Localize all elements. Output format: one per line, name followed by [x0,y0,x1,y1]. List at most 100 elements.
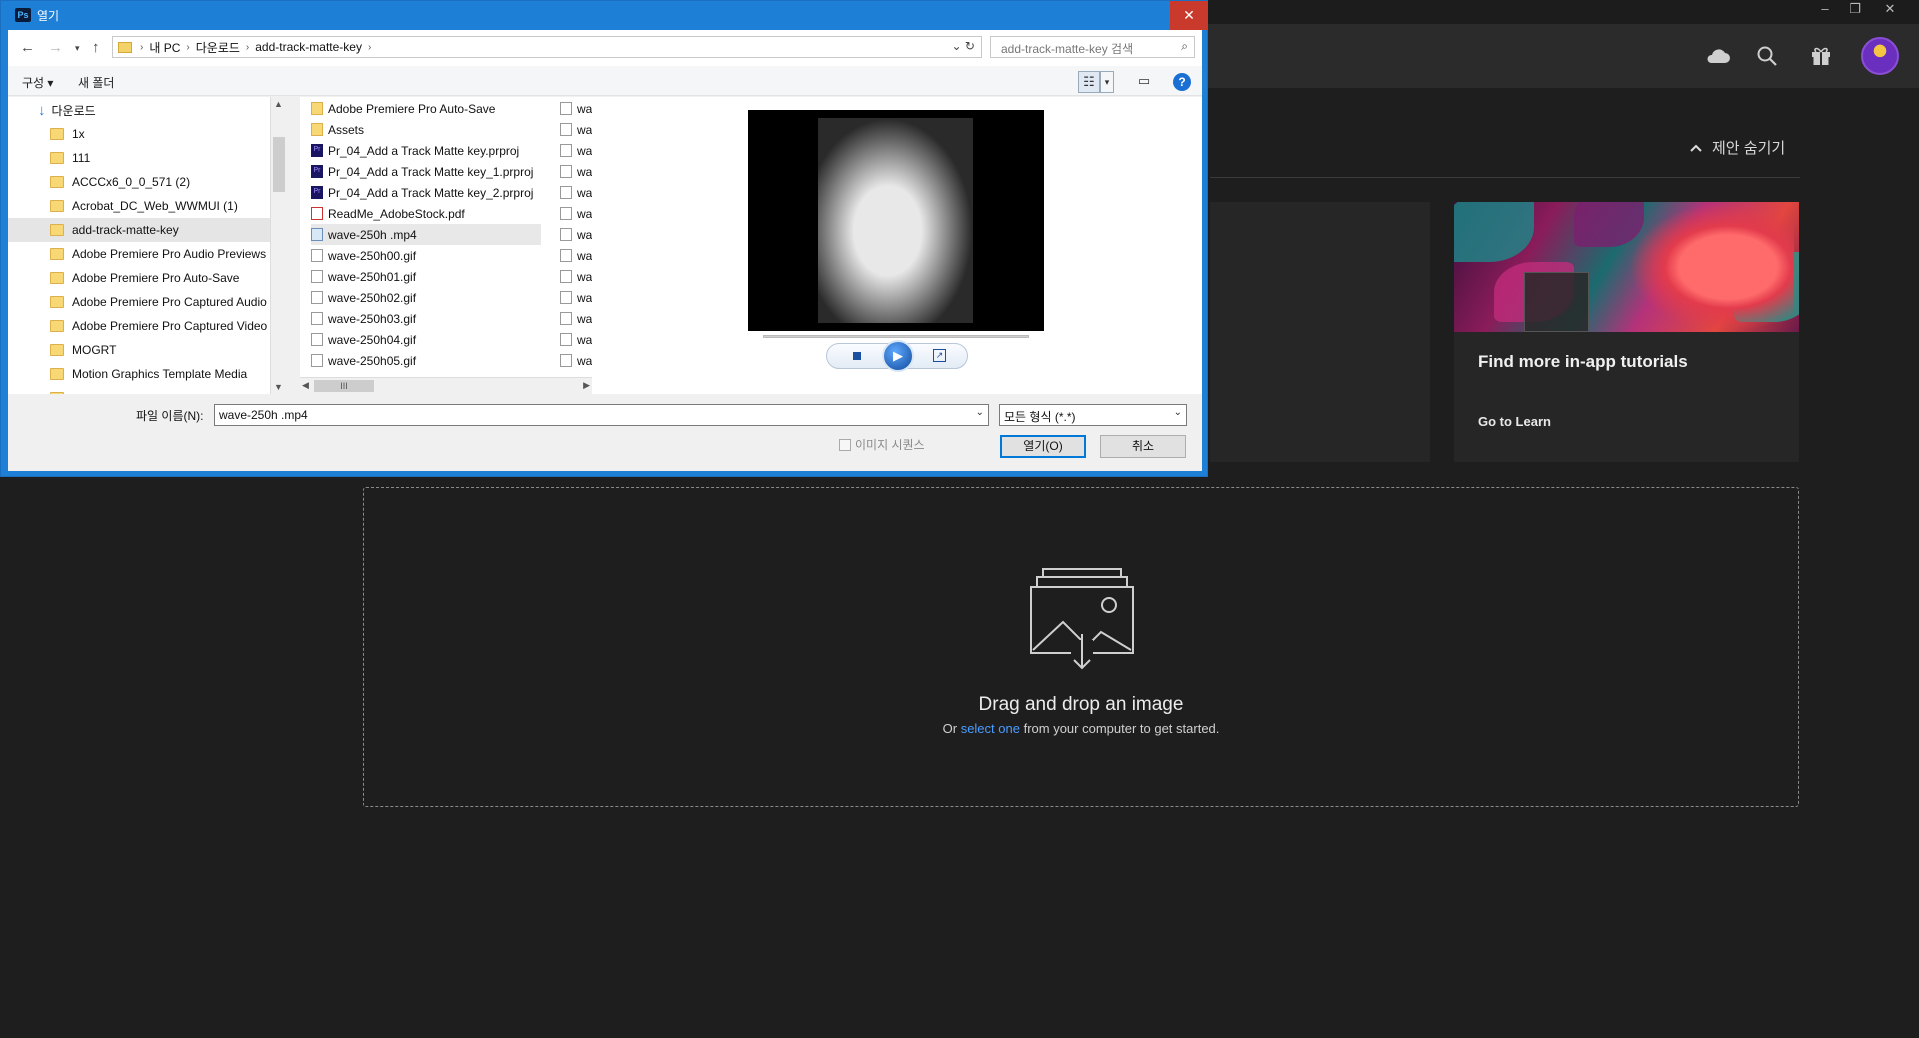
select-one-link[interactable]: select one [961,721,1020,736]
breadcrumb-current[interactable]: add-track-matte-key [255,40,362,54]
tree-item[interactable]: Motion Graphics Template Media [8,362,270,386]
file-item-col2[interactable]: wa [560,161,592,182]
tree-item[interactable]: Adobe Premiere Pro Captured Video [8,314,270,338]
gif-file-icon [560,228,572,241]
organize-menu[interactable]: 구성 ▾ [22,74,53,91]
file-type-select[interactable]: 모든 형식 (*.*) ⌄ [999,404,1187,426]
file-item-selected[interactable]: wave-250h .mp4 [311,224,541,245]
tree-item[interactable]: 1x [8,122,270,146]
help-icon[interactable]: ? [1173,73,1191,91]
new-folder-button[interactable]: 새 폴더 [78,74,114,91]
file-item-col2[interactable]: wa [560,266,592,287]
tree-item[interactable] [8,386,270,394]
breadcrumb-downloads[interactable]: 다운로드 [196,39,240,56]
view-mode-icon[interactable]: ☷ [1078,71,1100,93]
restore-button[interactable]: ❐ [1840,0,1870,20]
stop-icon[interactable] [853,352,861,360]
file-item-col2[interactable]: wa [560,308,592,329]
file-item[interactable]: wave-250h05.gif [311,350,416,371]
file-item[interactable]: wave-250h02.gif [311,287,416,308]
tree-item[interactable]: Adobe Premiere Pro Audio Previews [8,242,270,266]
gif-file-icon [311,354,323,367]
cancel-button[interactable]: 취소 [1100,435,1186,458]
image-upload-icon [1029,568,1135,677]
file-item[interactable]: Assets [311,119,364,140]
file-item[interactable]: Pr Pr_04_Add a Track Matte key_1.prproj [311,161,533,182]
file-item[interactable]: ReadMe_AdobeStock.pdf [311,203,465,224]
file-item[interactable]: wave-250h01.gif [311,266,416,287]
file-item[interactable]: Adobe Premiere Pro Auto-Save [311,98,495,119]
play-icon[interactable]: ▶ [882,340,914,372]
tree-item-downloads[interactable]: ↓ 다운로드 [8,98,270,122]
file-item-col2[interactable]: wa [560,182,592,203]
file-item[interactable]: wave-250h04.gif [311,329,416,350]
tree-scrollbar[interactable]: ▲ ▼ [270,97,287,394]
file-item-col2[interactable]: wa [560,140,592,161]
suggestion-card[interactable] [1210,202,1430,462]
go-to-learn-link[interactable]: Go to Learn [1478,414,1551,429]
navigation-bar: ← → ▾ ↑ › 내 PC › 다운로드 › add-track-matte-… [8,30,1202,66]
gif-file-icon [560,312,572,325]
gif-file-icon [311,333,323,346]
filename-input[interactable]: wave-250h .mp4 ⌄ [214,404,989,426]
dialog-close-button[interactable]: ✕ [1170,1,1208,30]
tree-item[interactable]: Acrobat_DC_Web_WWMUI (1) [8,194,270,218]
cloud-icon[interactable] [1703,41,1733,71]
tree-item[interactable]: Adobe Premiere Pro Captured Audio [8,290,270,314]
forward-arrow-icon[interactable]: → [48,39,63,56]
search-input[interactable]: add-track-matte-key 검색 ⌕ [990,36,1195,58]
hide-suggestions-toggle[interactable]: 제안 숨기기 [1690,137,1785,158]
seek-bar[interactable] [763,335,1029,338]
tree-item[interactable]: Adobe Premiere Pro Auto-Save [8,266,270,290]
file-item[interactable]: Pr Pr_04_Add a Track Matte key.prproj [311,140,519,161]
address-bar[interactable]: › 내 PC › 다운로드 › add-track-matte-key › ⌄ … [112,36,982,58]
file-item-col2[interactable]: wa [560,203,592,224]
file-item[interactable]: wave-250h03.gif [311,308,416,329]
video-file-icon [311,228,323,241]
image-dropzone[interactable]: Drag and drop an image Or select one fro… [363,487,1799,807]
file-item-col2[interactable]: wa [560,224,592,245]
tree-item-selected[interactable]: add-track-matte-key [8,218,270,242]
file-item[interactable]: Pr Pr_04_Add a Track Matte key_2.prproj [311,182,533,203]
file-item-col2[interactable]: wa [560,350,592,371]
folder-icon [50,176,64,188]
file-item-col2[interactable]: wa [560,98,592,119]
tree-item[interactable]: 111 [8,146,270,170]
view-dropdown-icon[interactable]: ▾ [1100,71,1114,93]
folder-icon [311,102,323,115]
preview-pane-icon[interactable]: ▭ [1134,71,1154,93]
file-item[interactable]: wave-250h00.gif [311,245,416,266]
close-window-button[interactable]: ✕ [1875,0,1905,20]
file-item-col2[interactable]: wa [560,245,592,266]
file-item-col2[interactable]: wa [560,119,592,140]
folder-icon [50,320,64,332]
gift-icon[interactable] [1806,41,1836,71]
file-list: Adobe Premiere Pro Auto-Save Assets Pr Pr… [300,97,592,394]
chevron-down-icon[interactable]: ⌄ [976,407,984,418]
tutorial-card[interactable]: Find more in-app tutorials Go to Learn [1454,202,1799,462]
gif-file-icon [560,123,572,136]
search-icon[interactable] [1752,41,1782,71]
back-arrow-icon[interactable]: ← [20,39,35,56]
download-arrow-icon: ↓ [38,101,46,119]
recent-dropdown-icon[interactable]: ▾ [75,43,80,54]
file-list-scrollbar[interactable]: ◀ III ▶ [300,377,592,394]
image-sequence-checkbox[interactable]: 이미지 시퀀스 [839,436,925,453]
avatar[interactable] [1861,37,1899,75]
breadcrumb-pc[interactable]: 내 PC [149,39,180,56]
tree-item[interactable]: ACCCx6_0_0_571 (2) [8,170,270,194]
gif-file-icon [560,270,572,283]
refresh-icon[interactable]: ⌄ ↻ [952,39,975,53]
chevron-up-icon [1690,139,1702,156]
minimize-button[interactable]: – [1810,0,1840,20]
folder-icon [118,41,132,53]
up-arrow-icon[interactable]: ↑ [92,39,100,56]
folder-icon [311,123,323,136]
tree-item[interactable]: MOGRT [8,338,270,362]
photoshop-logo-icon: Ps [15,8,31,22]
open-button[interactable]: 열기(O) [1000,435,1086,458]
gif-file-icon [311,270,323,283]
file-item-col2[interactable]: wa [560,329,592,350]
file-item-col2[interactable]: wa [560,287,592,308]
open-external-icon[interactable]: ↗ [933,349,946,362]
